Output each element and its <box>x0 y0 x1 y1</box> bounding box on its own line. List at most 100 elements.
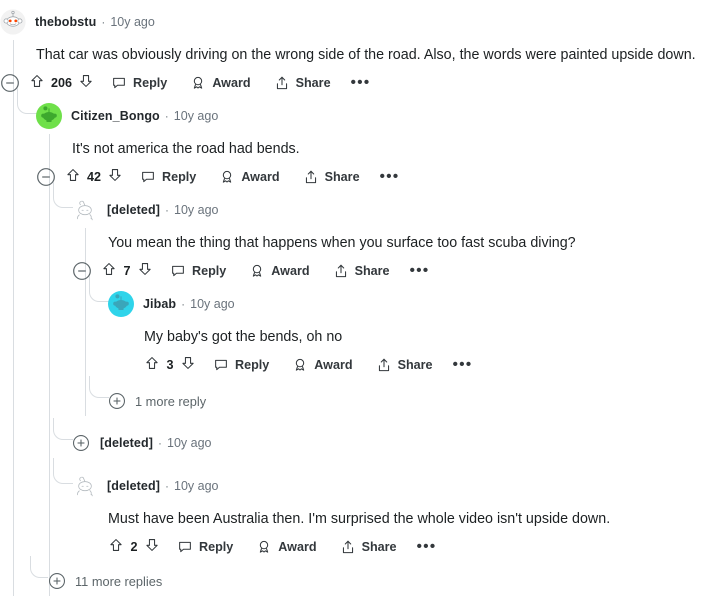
upvote-button[interactable] <box>108 537 124 558</box>
upvote-button[interactable] <box>101 261 117 282</box>
comment-bubble-icon <box>177 539 193 555</box>
separator-dot: · <box>181 297 186 311</box>
award-label: Award <box>278 540 317 554</box>
share-label: Share <box>361 540 397 554</box>
comment-replies-level-3-collapsed: [deleted] · 10y ago <box>53 418 709 458</box>
thread-elbow-connector <box>30 556 48 578</box>
share-icon <box>274 75 290 91</box>
share-button[interactable]: Share <box>274 75 331 91</box>
award-label: Award <box>241 170 280 184</box>
comment-timestamp: 10y ago <box>167 436 212 450</box>
share-icon <box>303 169 319 185</box>
separator-dot: · <box>165 479 169 493</box>
comment-thread-root: thebobstu · 10y ago That car was obvious… <box>0 6 709 596</box>
award-button[interactable]: Award <box>219 169 280 185</box>
reply-label: Reply <box>162 170 197 184</box>
avatar-snoo-default[interactable] <box>0 9 26 35</box>
comment-author[interactable]: Jibab <box>143 297 176 311</box>
share-button[interactable]: Share <box>303 169 360 185</box>
comment-author[interactable]: Citizen_Bongo <box>71 109 160 123</box>
comment-bubble-icon <box>111 75 127 91</box>
more-options-button[interactable]: ••• <box>410 263 430 278</box>
downvote-button[interactable] <box>78 73 94 94</box>
award-button[interactable]: Award <box>249 263 310 279</box>
reply-button[interactable]: Reply <box>177 539 233 555</box>
more-options-button[interactable]: ••• <box>380 169 400 184</box>
separator-dot: · <box>101 15 106 29</box>
more-replies-row-1[interactable]: 1 more reply <box>89 376 709 416</box>
downvote-button[interactable] <box>107 167 123 188</box>
award-label: Award <box>271 264 310 278</box>
comment-jibab: Jibab · 10y ago My baby's got the bends,… <box>89 276 709 382</box>
upvote-button[interactable] <box>29 73 45 94</box>
avatar-snoo-deleted[interactable] <box>72 197 98 223</box>
upvote-button[interactable] <box>65 167 81 188</box>
vote-group: 42 <box>65 167 123 188</box>
more-options-button[interactable]: ••• <box>417 539 437 554</box>
award-medal-icon <box>249 263 265 279</box>
comment-author[interactable]: [deleted] <box>107 479 160 493</box>
comment-action-bar: 2 Reply Award Share ••• <box>108 530 709 564</box>
expand-comment-button[interactable] <box>72 434 90 452</box>
expand-replies-button[interactable] <box>48 572 66 590</box>
collapse-comment-button[interactable] <box>36 167 56 187</box>
downvote-button[interactable] <box>137 261 153 282</box>
vote-group: 2 <box>108 537 160 558</box>
expand-replies-button[interactable] <box>108 392 126 410</box>
reply-button[interactable]: Reply <box>111 75 167 91</box>
comment-timestamp: 10y ago <box>174 203 219 217</box>
comment-author[interactable]: [deleted] <box>100 436 153 450</box>
award-button[interactable]: Award <box>190 75 251 91</box>
award-medal-icon <box>190 75 206 91</box>
award-medal-icon <box>292 357 308 373</box>
comment-body: It's not america the road had bends. <box>72 141 300 157</box>
comment-replies-level-3-second: [deleted] · 10y ago Must have been Austr… <box>53 458 709 564</box>
award-button[interactable]: Award <box>256 539 317 555</box>
vote-count: 42 <box>87 170 102 184</box>
more-options-button[interactable]: ••• <box>453 357 473 372</box>
comment-action-bar: 3 Reply Award Share ••• <box>144 348 709 382</box>
comment-replies-level-4: Jibab · 10y ago My baby's got the bends,… <box>89 276 709 382</box>
comment-timestamp: 10y ago <box>174 479 219 493</box>
separator-dot: · <box>164 109 169 123</box>
more-replies-label[interactable]: 1 more reply <box>135 394 206 409</box>
comment-body: You mean the thing that happens when you… <box>108 235 576 251</box>
comment-timestamp: 10y ago <box>173 109 219 123</box>
comment-author[interactable]: [deleted] <box>107 203 160 217</box>
more-options-button[interactable]: ••• <box>351 75 371 90</box>
collapse-comment-button[interactable] <box>0 73 20 93</box>
avatar-snoo-deleted[interactable] <box>72 473 98 499</box>
award-medal-icon <box>256 539 272 555</box>
reply-button[interactable]: Reply <box>170 263 226 279</box>
award-label: Award <box>314 358 353 372</box>
reply-button[interactable]: Reply <box>140 169 196 185</box>
more-replies-label[interactable]: 11 more replies <box>75 574 162 589</box>
comment-author[interactable]: thebobstu <box>35 15 96 29</box>
vote-count: 2 <box>130 540 138 554</box>
comment-bubble-icon <box>213 357 229 373</box>
comment-header: thebobstu · 10y ago <box>0 6 709 38</box>
thread-line-level-1 <box>13 40 14 596</box>
more-replies-row-2[interactable]: 11 more replies <box>30 556 709 596</box>
thread-line-level-2 <box>49 134 50 596</box>
share-button[interactable]: Share <box>333 263 390 279</box>
collapse-comment-button[interactable] <box>72 261 92 281</box>
upvote-button[interactable] <box>144 355 160 376</box>
share-icon <box>340 539 356 555</box>
avatar-snoo-cyan[interactable] <box>108 291 134 317</box>
share-button[interactable]: Share <box>376 357 433 373</box>
comment-header: [deleted] · 10y ago <box>53 458 709 502</box>
avatar-snoo-green[interactable] <box>36 103 62 129</box>
vote-group: 206 <box>29 73 94 94</box>
thread-elbow-connector <box>53 458 73 484</box>
share-label: Share <box>397 358 433 372</box>
share-button[interactable]: Share <box>340 539 397 555</box>
downvote-button[interactable] <box>144 537 160 558</box>
downvote-button[interactable] <box>180 355 196 376</box>
share-label: Share <box>295 76 331 90</box>
comment-citizen-bongo: Citizen_Bongo · 10y ago It's not america… <box>17 88 709 596</box>
award-button[interactable]: Award <box>292 357 353 373</box>
comment-deleted-collapsed[interactable]: [deleted] · 10y ago <box>53 418 709 458</box>
reply-label: Reply <box>133 76 168 90</box>
reply-button[interactable]: Reply <box>213 357 269 373</box>
